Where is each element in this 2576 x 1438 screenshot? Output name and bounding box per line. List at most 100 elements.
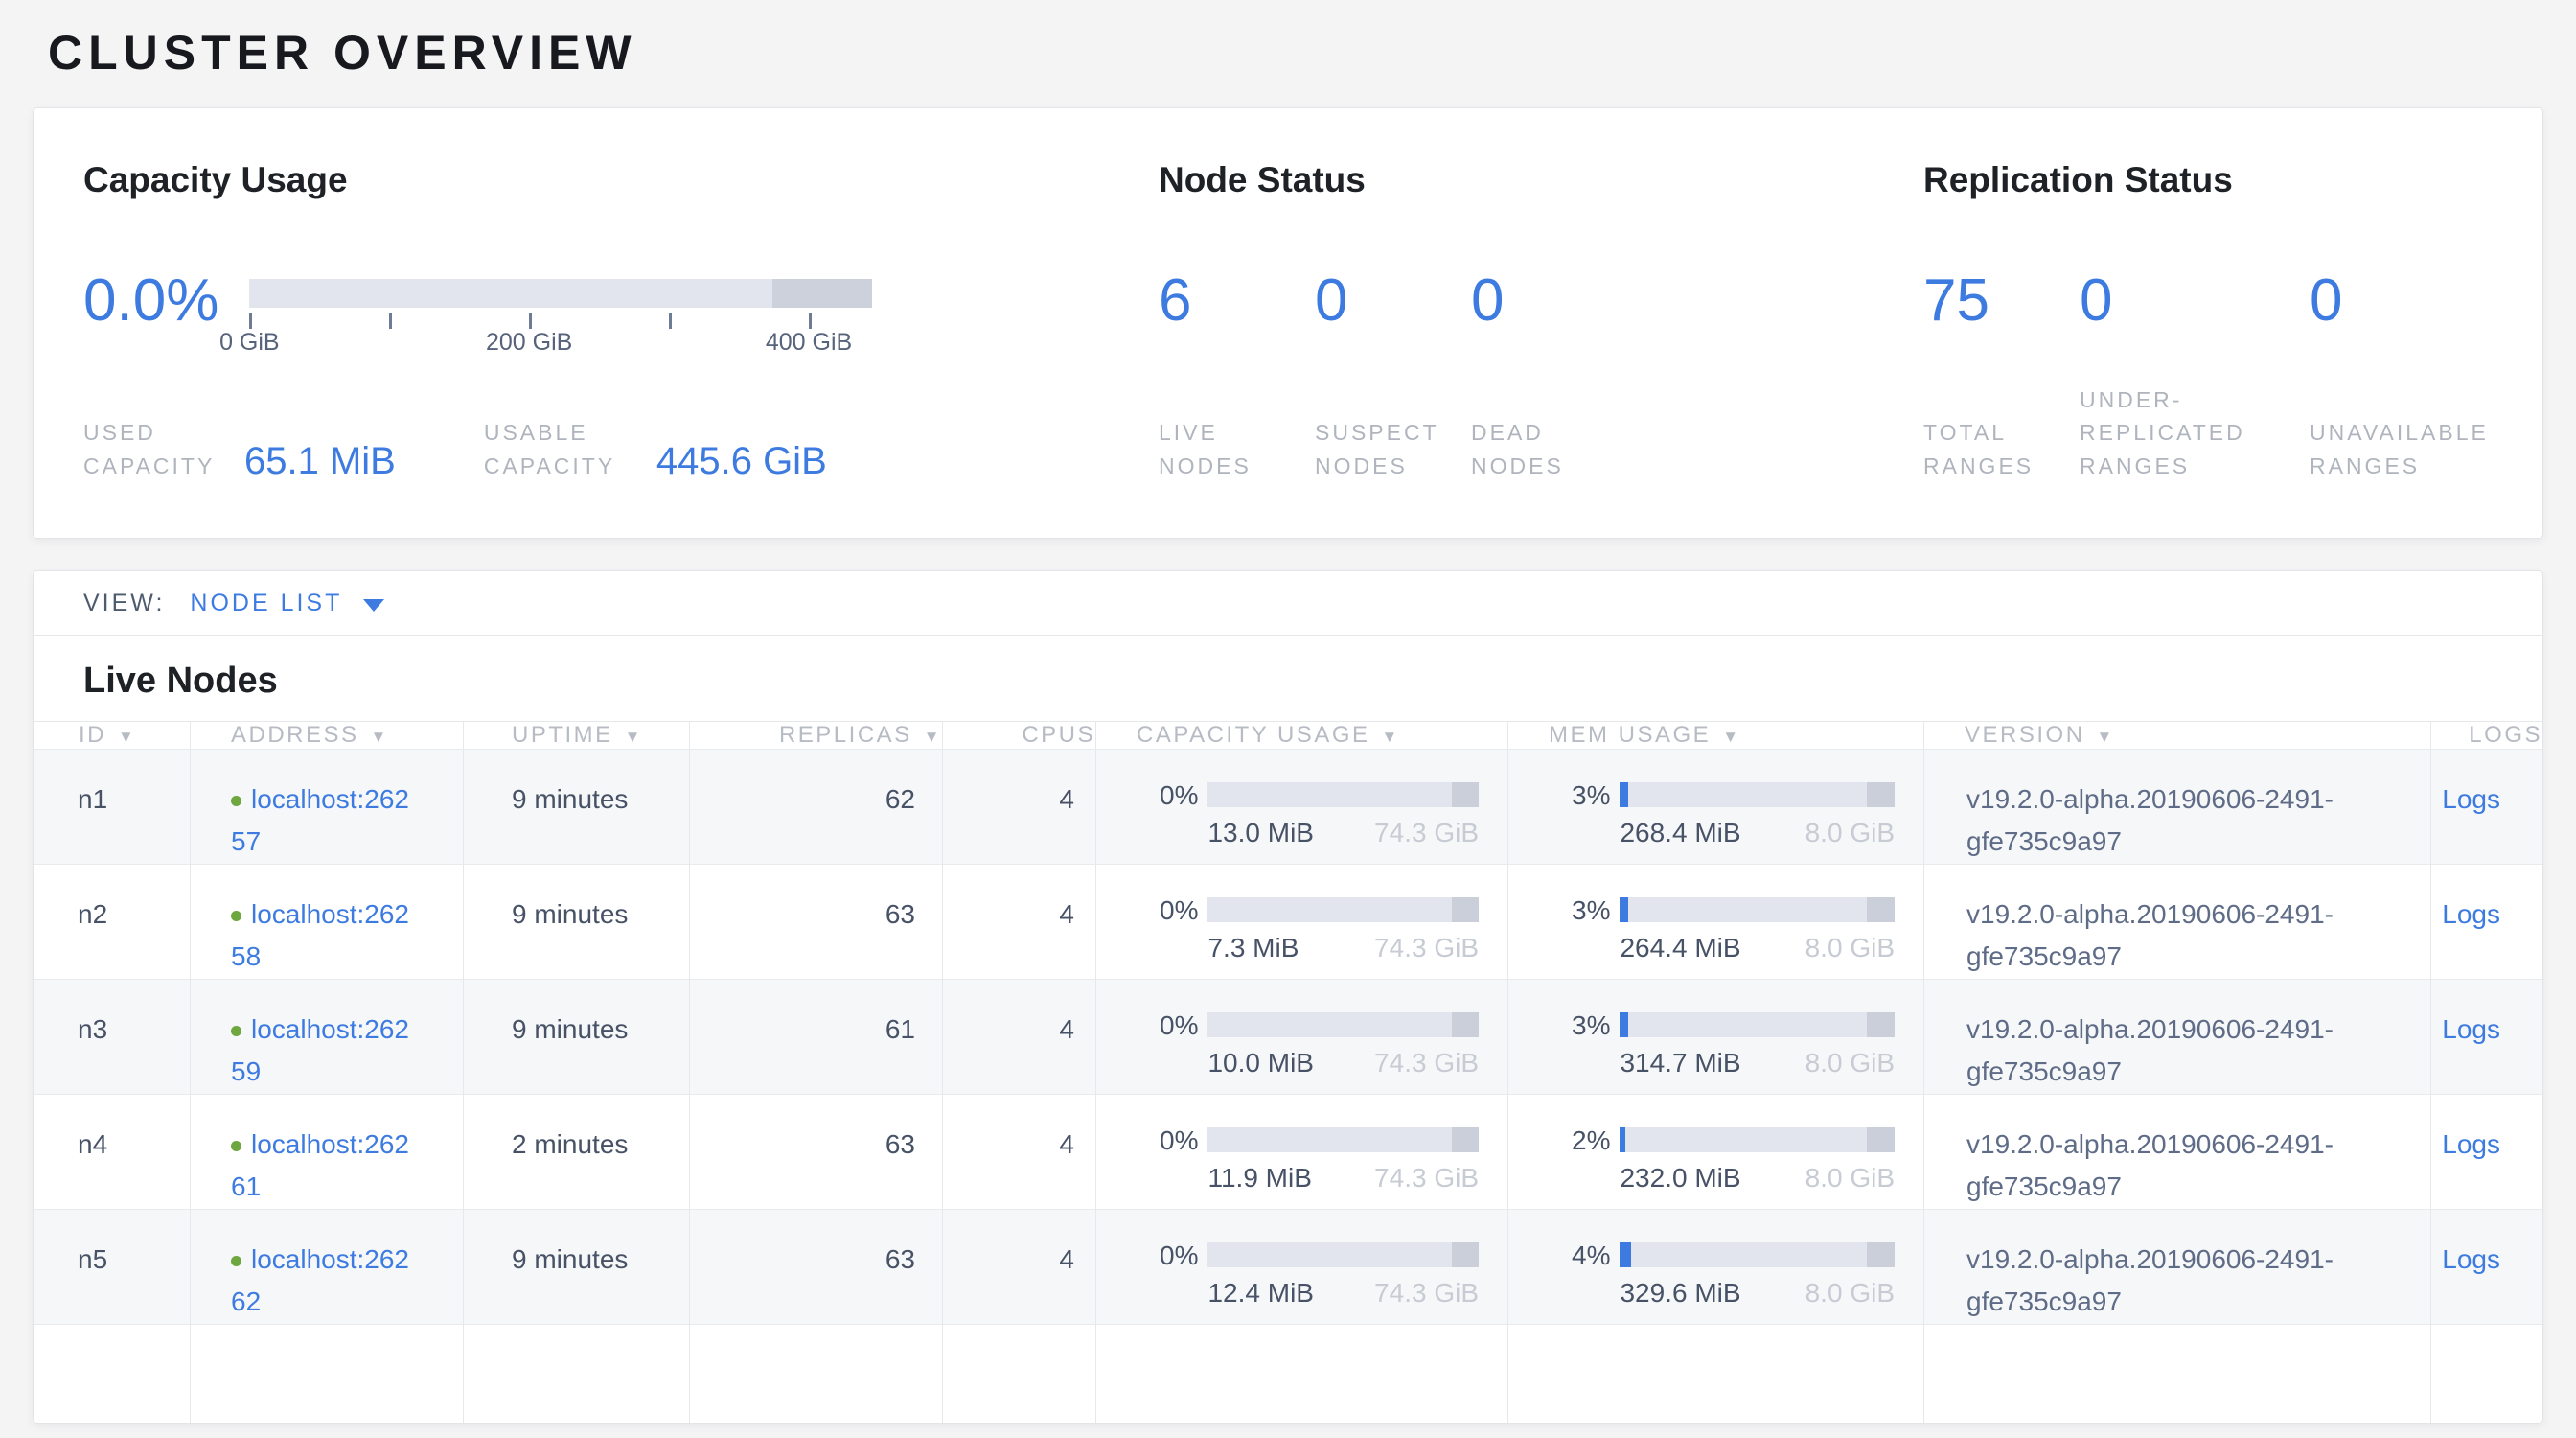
node-id-cell: n3 (34, 980, 190, 1094)
node-table-body: n1localhost:262579 minutes6240%13.0 MiB7… (34, 749, 2542, 1424)
column-header-label: VERSION (1965, 722, 2085, 749)
capacity-total-value: 74.3 GiB (1374, 1164, 1479, 1193)
node-logs-link[interactable]: Logs (2442, 899, 2500, 929)
sort-arrow-icon: ▼ (625, 728, 643, 747)
memory-usage-cell: 2%232.0 MiB8.0 GiB (1507, 1095, 1923, 1209)
dead-nodes-label: DEAD NODES (1471, 416, 1586, 482)
sort-arrow-icon: ▼ (1722, 728, 1740, 747)
node-cpus-cell: 4 (942, 1095, 1095, 1209)
column-header-version[interactable]: VERSION▼ (1923, 722, 2430, 749)
node-address-link[interactable]: localhost:26258 (231, 899, 409, 971)
usable-capacity-value: 445.6 GiB (656, 442, 827, 480)
column-header-id[interactable]: ID▼ (34, 722, 190, 749)
capacity-bar-track (1208, 1242, 1479, 1267)
memory-percent: 4% (1572, 1242, 1610, 1324)
memory-used-value: 268.4 MiB (1620, 819, 1740, 847)
capacity-axis-labels: 0 GiB 200 GiB 400 GiB (249, 329, 872, 358)
node-live-dot (231, 1141, 242, 1151)
node-replicas-cell: 63 (689, 1095, 942, 1209)
capacity-percent: 0% (1160, 1127, 1198, 1209)
node-address-link[interactable]: localhost:26261 (231, 1129, 409, 1201)
node-logs-cell: Logs (2430, 980, 2542, 1094)
table-row: n1localhost:262579 minutes6240%13.0 MiB7… (34, 749, 2542, 864)
column-header-memory[interactable]: MEM USAGE▼ (1507, 722, 1923, 749)
memory-bar-tail (1867, 1012, 1895, 1037)
chevron-down-icon[interactable] (363, 599, 384, 612)
node-replicas-cell: 62 (689, 750, 942, 864)
live-nodes-stat: 6 LIVE NODES (1159, 271, 1315, 482)
capacity-used-value: 10.0 MiB (1208, 1049, 1314, 1078)
capacity-usage-title: Capacity Usage (83, 160, 1159, 200)
table-row-partial (34, 1324, 2542, 1424)
memory-bar-track (1620, 1242, 1895, 1267)
column-header-capacity[interactable]: CAPACITY USAGE▼ (1095, 722, 1507, 749)
axis-label-400: 400 GiB (766, 329, 852, 357)
node-cpus-cell: 4 (942, 980, 1095, 1094)
capacity-usage-chart: 0.0% 0 GiB 200 GiB 400 (83, 271, 1159, 358)
node-id-cell: n1 (34, 750, 190, 864)
memory-bar-fill (1620, 897, 1628, 922)
node-address-cell: localhost:26257 (190, 750, 463, 864)
node-address-cell: localhost:26258 (190, 865, 463, 979)
capacity-used-value: 11.9 MiB (1208, 1164, 1311, 1193)
memory-bar-track (1620, 897, 1895, 922)
column-header-uptime[interactable]: UPTIME▼ (463, 722, 689, 749)
memory-bar-fill (1620, 1242, 1630, 1267)
memory-used-value: 329.6 MiB (1620, 1279, 1740, 1308)
memory-used-value: 314.7 MiB (1620, 1049, 1740, 1078)
capacity-usage-cell: 0%13.0 MiB74.3 GiB (1095, 750, 1507, 864)
memory-percent: 3% (1572, 897, 1610, 979)
cluster-overview-page: CLUSTER OVERVIEW Capacity Usage 0.0% (0, 0, 2576, 1438)
capacity-bar-track (1208, 782, 1479, 807)
capacity-bar-track (1208, 1127, 1479, 1152)
memory-bar-track (1620, 1012, 1895, 1037)
memory-used-value: 264.4 MiB (1620, 934, 1740, 963)
dead-nodes-stat: 0 DEAD NODES (1471, 271, 1923, 482)
empty-cell (2430, 1325, 2542, 1424)
view-selector[interactable]: NODE LIST (190, 590, 342, 617)
node-logs-cell: Logs (2430, 1210, 2542, 1324)
used-capacity-value: 65.1 MiB (244, 442, 396, 480)
node-status-section: Node Status 6 LIVE NODES 0 SUSPECT NODES… (1159, 160, 1923, 482)
suspect-nodes-label: SUSPECT NODES (1315, 416, 1449, 482)
capacity-bar-tail (772, 279, 872, 308)
capacity-percent: 0% (1160, 897, 1198, 979)
memory-bar-fill (1620, 782, 1628, 807)
memory-bar-tail (1867, 1127, 1895, 1152)
node-address-link[interactable]: localhost:26257 (231, 784, 409, 856)
node-id-cell: n2 (34, 865, 190, 979)
node-logs-link[interactable]: Logs (2442, 1244, 2500, 1274)
empty-cell (942, 1325, 1095, 1424)
capacity-bar: 0 GiB 200 GiB 400 GiB (249, 279, 872, 358)
node-address-link[interactable]: localhost:26259 (231, 1014, 409, 1086)
node-cpus-cell: 4 (942, 750, 1095, 864)
column-header-label: ADDRESS (231, 722, 359, 749)
node-address-link[interactable]: localhost:26262 (231, 1244, 409, 1316)
live-nodes-value: 6 (1159, 271, 1315, 331)
node-replicas-cell: 63 (689, 865, 942, 979)
node-logs-link[interactable]: Logs (2442, 1014, 2500, 1044)
node-logs-link[interactable]: Logs (2442, 1129, 2500, 1159)
capacity-bar-tail (1452, 1012, 1479, 1037)
column-header-replicas[interactable]: REPLICAS▼ (689, 722, 942, 749)
node-uptime-cell: 9 minutes (463, 1210, 689, 1324)
page-title: CLUSTER OVERVIEW (48, 25, 2543, 81)
table-row: n5localhost:262629 minutes6340%12.4 MiB7… (34, 1209, 2542, 1324)
under-replicated-value: 0 (2080, 271, 2310, 331)
memory-bar-track (1620, 782, 1895, 807)
capacity-total-value: 74.3 GiB (1374, 934, 1479, 963)
under-replicated-label: UNDER-REPLICATED RANGES (2080, 383, 2257, 483)
node-cpus-cell: 4 (942, 865, 1095, 979)
empty-cell (463, 1325, 689, 1424)
column-header-address[interactable]: ADDRESS ▼ (190, 722, 463, 749)
node-version-cell: v19.2.0-alpha.20190606-2491-gfe735c9a97 (1923, 980, 2430, 1094)
node-version-cell: v19.2.0-alpha.20190606-2491-gfe735c9a97 (1923, 1210, 2430, 1324)
capacity-bar-tail (1452, 1242, 1479, 1267)
total-ranges-value: 75 (1923, 271, 2080, 331)
node-id-cell: n4 (34, 1095, 190, 1209)
sort-arrow-icon: ▼ (371, 728, 389, 747)
node-logs-link[interactable]: Logs (2442, 784, 2500, 814)
used-capacity-label: USED CAPACITY (83, 416, 225, 482)
empty-cell (1923, 1325, 2430, 1424)
column-header-label: ID (79, 722, 106, 749)
